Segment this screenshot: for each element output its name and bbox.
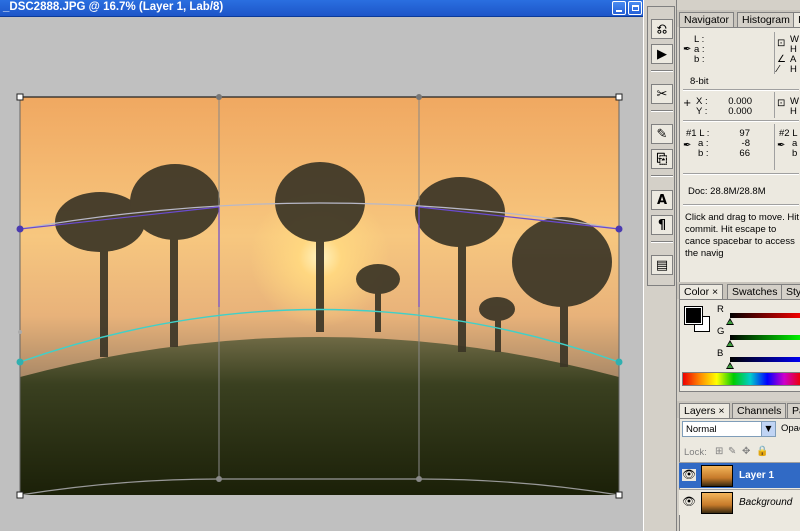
lock-label: Lock:	[684, 447, 707, 458]
layer-row-layer1[interactable]: 👁 Layer 1	[679, 462, 800, 488]
layer-row-background[interactable]: 👁 Background	[679, 489, 800, 515]
character-glyph: A	[656, 192, 668, 208]
document-titlebar[interactable]: _DSC2888.JPG @ 16.7% (Layer 1, Lab/8)	[0, 0, 643, 17]
lock-transparency-icon[interactable]: ⊞	[715, 446, 723, 457]
layer-thumbnail	[701, 465, 733, 487]
opacity-label: Opac	[781, 423, 800, 434]
tab-info[interactable]: I	[793, 12, 800, 27]
selection-size-icon: ⊡	[777, 98, 786, 109]
warp-canvas-svg[interactable]	[0, 17, 643, 531]
layers-panel-tabs: Layers × Channels Pa	[677, 401, 800, 418]
photoshop-workspace: _DSC2888.JPG @ 16.7% (Layer 1, Lab/8) ⎌ …	[0, 0, 800, 531]
layer-name: Layer 1	[739, 470, 775, 481]
tab-layers[interactable]: Layers ×	[679, 403, 730, 418]
panel-dock-strip: ⎌ ▶ ✂ ✎ ⎘ A ¶ ▤	[643, 0, 676, 531]
bit-depth: 8-bit	[690, 76, 709, 87]
lock-position-icon[interactable]: ✥	[742, 446, 750, 457]
channel-r-slider[interactable]	[730, 313, 800, 318]
right-panel-dock: Navigator Histogram I ✒ L : a : b : ⊡ W …	[676, 0, 800, 531]
blend-mode-value: Normal	[686, 424, 717, 435]
tab-paths[interactable]: Pa	[787, 403, 800, 418]
paragraph-icon[interactable]: ¶	[651, 215, 673, 235]
tab-swatches[interactable]: Swatches	[727, 284, 783, 299]
doc-size: Doc: 28.8M/28.8M	[688, 186, 766, 197]
info-y-value: 0.000	[728, 106, 752, 117]
chevron-down-icon[interactable]: ▼	[761, 422, 775, 436]
foreground-color-swatch[interactable]	[684, 306, 703, 325]
info-divider	[683, 120, 799, 122]
eyedropper-icon: ✒	[777, 140, 786, 151]
toolbar-divider	[651, 241, 673, 243]
minimize-button[interactable]	[612, 1, 626, 15]
tab-channels[interactable]: Channels	[732, 403, 787, 418]
eye-icon[interactable]: 👁	[682, 496, 696, 508]
lock-all-icon[interactable]: 🔒	[756, 446, 768, 457]
channel-g-slider[interactable]	[730, 335, 800, 340]
tab-navigator[interactable]: Navigator	[679, 12, 734, 27]
layer-thumbnail	[701, 492, 733, 514]
clone-source-icon[interactable]: ⎘	[651, 149, 673, 169]
blend-mode-select[interactable]: Normal ▼	[682, 421, 776, 437]
info-divider	[683, 89, 799, 91]
layer-name: Background	[739, 497, 793, 508]
tool-presets-icon[interactable]: ✂	[651, 84, 673, 104]
info-divider	[683, 173, 799, 175]
info-y-label: Y :	[696, 106, 708, 117]
eyedropper-icon: ✒	[683, 44, 692, 55]
info-divider	[774, 92, 775, 118]
info-divider	[683, 204, 799, 206]
color-spectrum-bar[interactable]	[682, 372, 800, 386]
channel-r-thumb[interactable]	[726, 318, 734, 325]
channel-g-label: G	[717, 326, 725, 337]
info-b-label: b :	[694, 54, 705, 65]
character-icon[interactable]: A	[651, 190, 673, 210]
crosshair-icon: +	[683, 98, 692, 109]
lock-pixels-icon[interactable]: ✎	[728, 446, 736, 457]
channel-b-thumb[interactable]	[726, 362, 734, 369]
info-hskew-label: H	[790, 64, 797, 75]
tab-histogram[interactable]: Histogram	[737, 12, 795, 27]
info-h2-label: H	[790, 106, 797, 117]
channel-r-label: R	[717, 304, 724, 315]
toolbar-divider	[651, 175, 673, 177]
document-canvas[interactable]	[0, 17, 643, 531]
tab-styles[interactable]: Sty	[781, 284, 800, 299]
channel-b-slider[interactable]	[730, 357, 800, 362]
sample2-b-label: b	[792, 148, 798, 159]
color-panel: R G B	[679, 299, 800, 392]
paragraph-glyph: ¶	[657, 217, 667, 233]
tab-color[interactable]: Color ×	[679, 284, 724, 299]
toolbar-divider	[651, 70, 673, 72]
document-title: _DSC2888.JPG @ 16.7% (Layer 1, Lab/8)	[3, 1, 224, 13]
eyedropper-icon: ✒	[683, 140, 692, 151]
info-panel-tabs: Navigator Histogram I	[677, 10, 800, 27]
skew-icon: ⁄	[777, 64, 779, 75]
channel-b-label: B	[717, 348, 724, 359]
eye-icon[interactable]: 👁	[682, 469, 696, 481]
history-icon[interactable]: ⎌	[651, 19, 673, 39]
status-hint-text: Click and drag to move. Hit commit. Hit …	[685, 212, 800, 259]
brushes-icon[interactable]: ✎	[651, 124, 673, 144]
sample1-b-value: 66	[739, 148, 750, 159]
info-divider	[774, 32, 775, 74]
actions-icon[interactable]: ▶	[651, 44, 673, 64]
toolbar-divider	[651, 110, 673, 112]
info-divider	[774, 124, 775, 170]
collapsed-panels-group: ⎌ ▶ ✂ ✎ ⎘ A ¶ ▤	[647, 6, 675, 286]
layer-comps-icon[interactable]: ▤	[651, 255, 673, 275]
color-panel-tabs: Color × Swatches Sty	[677, 282, 800, 299]
crop-marker-icon: ⊡	[777, 38, 786, 49]
sample1-b-label: b :	[698, 148, 709, 159]
photo-field	[20, 337, 619, 495]
maximize-button[interactable]	[628, 1, 642, 15]
channel-g-thumb[interactable]	[726, 340, 734, 347]
